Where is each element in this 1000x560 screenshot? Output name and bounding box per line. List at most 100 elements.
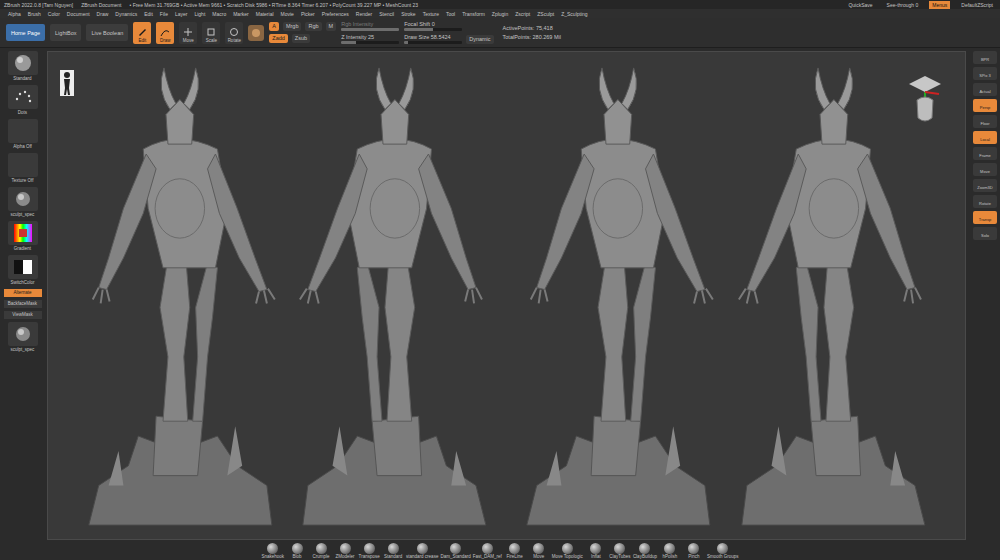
brush-button[interactable]: ClayBuildup [633, 543, 657, 559]
shelf-thumb[interactable] [8, 322, 38, 346]
menu-item[interactable]: Picker [301, 11, 315, 17]
menu-item[interactable]: Tool [446, 11, 455, 17]
menu-item[interactable]: Layer [175, 11, 188, 17]
menu-item[interactable]: Document [67, 11, 90, 17]
nav-button[interactable]: Live Boolean [86, 24, 128, 41]
menu-item[interactable]: Draw [97, 11, 109, 17]
color-mode-button[interactable]: M [326, 22, 337, 31]
z-mode-button[interactable]: Zsub [292, 34, 310, 43]
menu-item[interactable]: Material [256, 11, 274, 17]
title-button[interactable]: See-through 0 [884, 1, 922, 9]
brush-button[interactable]: FireLine [504, 543, 526, 559]
shelf-item[interactable]: SwitchColor [3, 255, 43, 286]
brush-button[interactable]: Inflat [585, 543, 607, 559]
shelf-item[interactable]: Texture Off [3, 153, 43, 184]
menu-item[interactable]: Alpha [8, 11, 21, 17]
brush-button[interactable]: Dam_Standard [440, 543, 470, 559]
menu-item[interactable]: Macro [212, 11, 226, 17]
slider-track[interactable] [404, 41, 462, 44]
title-button[interactable]: DefaultZScript [958, 1, 996, 9]
dynamic-button[interactable]: Dynamic [466, 35, 493, 44]
menu-item[interactable]: Texture [423, 11, 439, 17]
view-button[interactable]: Transp [973, 211, 997, 224]
menu-item[interactable]: Stencil [379, 11, 394, 17]
title-button[interactable]: QuickSave [845, 1, 875, 9]
view-button[interactable]: Local [973, 131, 997, 144]
brush-button[interactable]: Standard [382, 543, 404, 559]
view-button[interactable]: Move [973, 163, 997, 176]
menu-item[interactable]: Z_Sculpting [561, 11, 587, 17]
slider[interactable]: Z Intensity 25 [341, 34, 399, 44]
shelf-item[interactable]: Gradient [3, 221, 43, 252]
shelf-item[interactable]: sculpt_spec [3, 187, 43, 218]
nav-button[interactable]: LightBox [50, 24, 81, 41]
mode-button[interactable]: Draw [156, 22, 174, 44]
brush-button[interactable]: ZModeler [334, 543, 356, 559]
shelf-thumb[interactable] [8, 85, 38, 109]
shelf-thumb[interactable] [8, 153, 38, 177]
brush-button[interactable]: Crumple [310, 543, 332, 559]
slider-track[interactable] [341, 41, 399, 44]
view-button[interactable]: Floor [973, 115, 997, 128]
brush-button[interactable]: Move [528, 543, 550, 559]
menu-item[interactable]: Preferences [322, 11, 349, 17]
menu-item[interactable]: Zscript [515, 11, 530, 17]
brush-button[interactable]: Move Topologic [552, 543, 583, 559]
slider-track[interactable] [404, 28, 462, 31]
viewport-canvas[interactable] [47, 51, 966, 540]
view-button[interactable]: SPix 3 [973, 67, 997, 80]
brush-button[interactable]: Snakehook [262, 543, 285, 559]
shelf-item[interactable]: Alternate [3, 289, 43, 297]
brush-button[interactable]: Blob [286, 543, 308, 559]
mode-button[interactable]: Edit [133, 22, 151, 44]
navigation-gizmo-icon[interactable] [905, 72, 945, 128]
menu-item[interactable]: Brush [28, 11, 41, 17]
slider[interactable]: Focal Shift 0 [404, 21, 493, 31]
menu-item[interactable]: ZSculpt [537, 11, 554, 17]
menu-item[interactable]: File [160, 11, 168, 17]
shelf-thumb[interactable] [8, 187, 38, 211]
nav-button[interactable]: Home Page [6, 24, 45, 41]
menu-item[interactable]: Transform [462, 11, 485, 17]
mode-button[interactable]: Move [179, 22, 197, 44]
view-button[interactable]: BPR [973, 51, 997, 64]
color-mode-button[interactable]: Mrgb [283, 22, 302, 31]
brush-button[interactable]: Pinch [683, 543, 705, 559]
brush-button[interactable]: ClayTubes [609, 543, 631, 559]
menu-item[interactable]: Color [48, 11, 60, 17]
menu-item[interactable]: Stroke [401, 11, 415, 17]
shelf-thumb[interactable] [8, 51, 38, 75]
view-button[interactable]: Rotate [973, 195, 997, 208]
menu-item[interactable]: Edit [144, 11, 153, 17]
brush-button[interactable]: Transpose [358, 543, 380, 559]
mode-button[interactable]: Scale [202, 22, 220, 44]
brush-button[interactable]: Fast_DAM_ref [473, 543, 502, 559]
menu-item[interactable]: Render [356, 11, 372, 17]
view-button[interactable]: Actual [973, 83, 997, 96]
mannequin-thumbnail[interactable] [60, 70, 74, 96]
menu-item[interactable]: Movie [281, 11, 294, 17]
shelf-item[interactable]: Standard [3, 51, 43, 82]
title-button[interactable]: Menus [929, 1, 950, 9]
shelf-item[interactable]: Dots [3, 85, 43, 116]
mode-button[interactable]: Rotate [225, 22, 243, 44]
brush-button[interactable]: hPolish [659, 543, 681, 559]
view-button[interactable]: Frame [973, 147, 997, 160]
menu-item[interactable]: Marker [233, 11, 249, 17]
shelf-thumb[interactable] [8, 119, 38, 143]
shelf-item[interactable]: ViewMask [3, 311, 43, 319]
menu-item[interactable]: Light [194, 11, 205, 17]
brush-button[interactable]: standard crease [406, 543, 438, 559]
material-swatch[interactable] [248, 25, 264, 41]
color-mode-button[interactable]: A [269, 22, 279, 31]
menu-item[interactable]: Dynamics [115, 11, 137, 17]
view-button[interactable]: Persp [973, 99, 997, 112]
brush-button[interactable]: Smooth Groups [707, 543, 739, 559]
shelf-thumb[interactable] [8, 255, 38, 279]
shelf-item[interactable]: Alpha Off [3, 119, 43, 150]
z-mode-button[interactable]: Zadd [269, 34, 288, 43]
shelf-item[interactable]: BackfaceMask [3, 300, 43, 308]
view-button[interactable]: Solo [973, 227, 997, 240]
menu-item[interactable]: Zplugin [492, 11, 508, 17]
color-mode-button[interactable]: Rgb [305, 22, 321, 31]
